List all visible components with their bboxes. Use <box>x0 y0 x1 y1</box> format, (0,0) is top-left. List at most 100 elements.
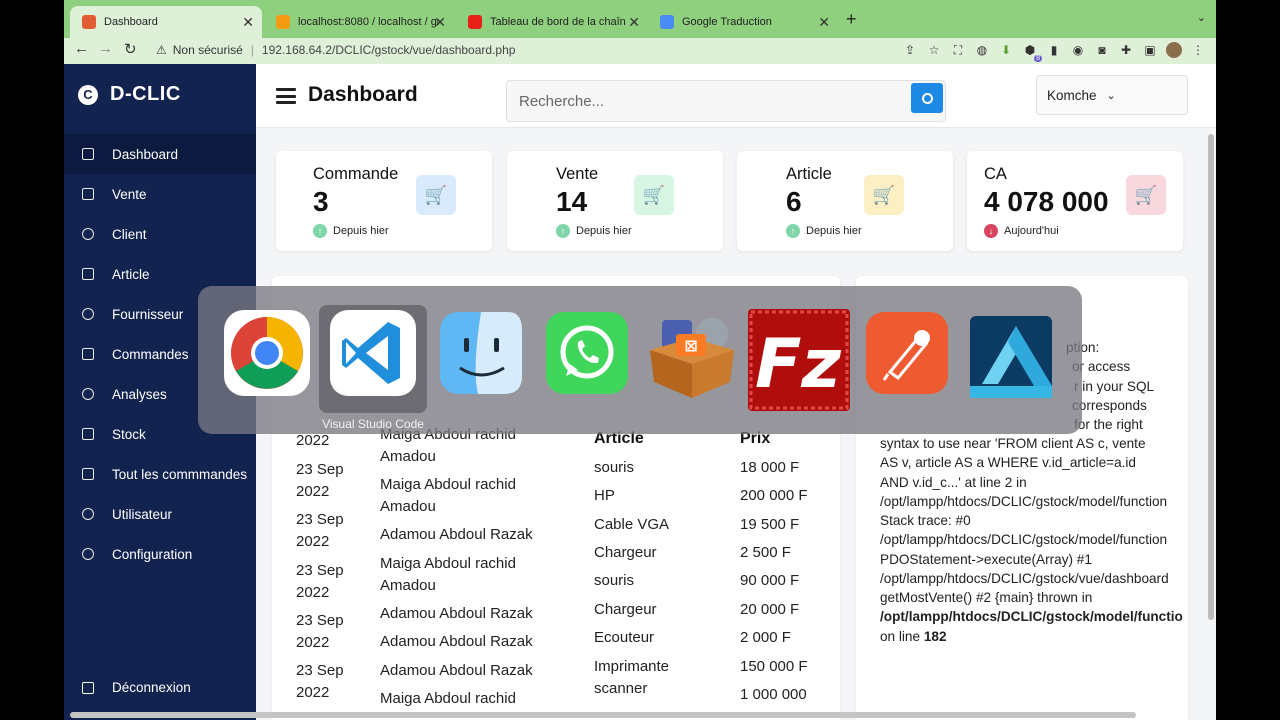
arrow-down-icon: ↓ <box>984 224 998 238</box>
chrome-icon[interactable] <box>224 310 310 396</box>
gear-icon <box>82 548 94 560</box>
screen-capture-icon[interactable]: ⛶ <box>950 42 966 58</box>
security-label[interactable]: Non sécurisé <box>173 43 243 57</box>
arrow-up-icon: ↑ <box>786 224 800 238</box>
tab-phpmyadmin[interactable]: localhost:8080 / localhost / gestio ✕ <box>264 6 454 38</box>
download-extension-icon[interactable]: ⬇ <box>998 42 1014 58</box>
card-status: ↑ Depuis hier <box>786 224 862 238</box>
sidebar-item-dashboard[interactable]: Dashboard <box>64 134 256 174</box>
svg-text:⊠: ⊠ <box>684 336 697 355</box>
card-commande: Commande 3 🛒 ↑ Depuis hier <box>276 151 492 251</box>
reload-icon[interactable]: ↻ <box>124 40 137 58</box>
google-translate-favicon-icon <box>660 15 674 29</box>
filezilla-icon[interactable]: Fz <box>748 309 850 411</box>
card-status: ↑ Depuis hier <box>556 224 632 238</box>
sidebar-item-configuration[interactable]: Configuration <box>64 534 256 574</box>
menu-toggle-icon[interactable] <box>276 88 296 104</box>
search-input[interactable] <box>507 81 907 121</box>
address-bar[interactable]: ⚠ Non sécurisé | 192.168.64.2/DCLIC/gsto… <box>152 39 912 61</box>
sidebar-item-tout-les-commandes[interactable]: Tout les commmandes <box>64 454 256 494</box>
vscode-icon[interactable] <box>330 310 416 396</box>
logout-button[interactable]: Déconnexion <box>82 680 191 695</box>
affinity-designer-icon[interactable] <box>968 314 1054 400</box>
user-icon <box>82 308 94 320</box>
close-tab-icon[interactable]: ✕ <box>434 14 446 31</box>
cart-icon: 🛒 <box>416 175 456 215</box>
sale-date: 23 Sep 2022 <box>296 662 344 701</box>
cart-icon: 🛒 <box>864 175 904 215</box>
profile-avatar[interactable] <box>1166 42 1182 58</box>
tab-youtube[interactable]: Tableau de bord de la chaîne - You ✕ <box>456 6 648 38</box>
horizontal-scrollbar[interactable] <box>70 712 1136 718</box>
puzzle-icon[interactable]: ✚ <box>1118 42 1134 58</box>
kebab-menu-icon[interactable]: ⋮ <box>1190 42 1206 58</box>
extension-badge-count: 8 <box>1034 55 1042 62</box>
sidebar-item-label: Commandes <box>112 346 189 362</box>
logout-label: Déconnexion <box>112 680 191 695</box>
warning-icon[interactable]: ⚠ <box>156 43 167 57</box>
brand[interactable]: C D-CLIC <box>78 83 181 106</box>
postman-icon[interactable] <box>864 310 950 396</box>
error-line: getMostVente() #2 {main} thrown in <box>880 590 1093 605</box>
card-value: 14 <box>556 186 588 217</box>
back-icon[interactable]: ← <box>74 40 89 57</box>
extension-icon[interactable]: ▮ <box>1046 42 1062 58</box>
card-status-text: Depuis hier <box>333 225 389 237</box>
search-button[interactable] <box>911 83 943 113</box>
xampp-icon[interactable]: ⊠ <box>646 310 734 398</box>
selected-app-label: Visual Studio Code <box>322 417 424 431</box>
vertical-scrollbar[interactable] <box>1208 134 1214 620</box>
sidebar-item-vente[interactable]: Vente <box>64 174 256 214</box>
card-status: ↓ Aujourd'hui <box>984 224 1059 238</box>
sidebar-item-utilisateur[interactable]: Utilisateur <box>64 494 256 534</box>
share-icon[interactable]: ⇪ <box>902 42 918 58</box>
card-status-text: Depuis hier <box>576 225 632 237</box>
sale-client: Adamou Abdoul Razak <box>380 605 533 622</box>
whatsapp-icon[interactable] <box>544 310 630 396</box>
finder-icon[interactable] <box>438 310 524 396</box>
sale-date: 23 Sep 2022 <box>296 511 344 550</box>
address-separator: | <box>250 43 254 57</box>
extension-icon[interactable]: ◉ <box>1070 42 1086 58</box>
card-title: Article <box>786 165 832 183</box>
error-line-number: 182 <box>923 629 947 644</box>
search-icon <box>921 92 933 104</box>
error-line: /opt/lampp/htdocs/DCLIC/gstock/model/fun… <box>880 532 1168 547</box>
error-line: PDOStatement->execute(Array) #1 <box>880 552 1092 567</box>
close-tab-icon[interactable]: ✕ <box>628 14 640 31</box>
arrow-up-icon: ↑ <box>313 224 327 238</box>
app-switcher: ⊠ Fz Visual Studio Code <box>198 286 1082 434</box>
card-status: ↑ Depuis hier <box>313 224 389 238</box>
sidepanel-icon[interactable]: ▣ <box>1142 42 1158 58</box>
error-path: /opt/lampp/htdocs/DCLIC/gstock/model/fun… <box>880 609 1183 624</box>
article-name: Chargeur <box>594 544 657 561</box>
user-name: Komche <box>1047 87 1097 103</box>
search-box <box>506 80 946 122</box>
user-dropdown[interactable]: Komche ⌄ <box>1036 75 1188 115</box>
close-tab-icon[interactable]: ✕ <box>818 14 830 31</box>
camera-icon[interactable]: ◙ <box>1094 42 1110 58</box>
bookmark-star-icon[interactable]: ☆ <box>926 42 942 58</box>
article-name: Ecouteur <box>594 629 655 646</box>
sale-client: Maiga Abdoul rachid Amadou <box>380 555 516 594</box>
tab-title: localhost:8080 / localhost / gestio <box>298 16 438 28</box>
forward-icon[interactable]: → <box>98 40 113 57</box>
extension-badge-icon[interactable]: ⬢ 8 <box>1022 42 1042 62</box>
globe-icon[interactable]: ◍ <box>974 42 990 58</box>
sale-client: Maiga Abdoul rachid Amadou <box>380 476 516 515</box>
tab-search-chevron-icon[interactable]: ⌄ <box>1197 11 1206 24</box>
close-tab-icon[interactable]: ✕ <box>242 14 254 31</box>
sale-date: 23 Sep 2022 <box>296 562 344 601</box>
url-text[interactable]: 192.168.64.2/DCLIC/gstock/vue/dashboard.… <box>262 43 516 57</box>
tab-dashboard[interactable]: Dashboard ✕ <box>70 6 262 38</box>
sale-date: 23 Sep 2022 <box>296 612 344 651</box>
tab-google-translate[interactable]: Google Traduction ✕ <box>648 6 838 38</box>
sidebar-item-client[interactable]: Client <box>64 214 256 254</box>
card-status-text: Depuis hier <box>806 225 862 237</box>
new-tab-icon[interactable]: + <box>846 9 857 30</box>
bag-icon <box>82 188 94 200</box>
logout-icon <box>82 681 94 694</box>
sale-client: Adamou Abdoul Razak <box>380 526 533 543</box>
cart-icon: 🛒 <box>1126 175 1166 215</box>
tab-title: Google Traduction <box>682 16 772 28</box>
